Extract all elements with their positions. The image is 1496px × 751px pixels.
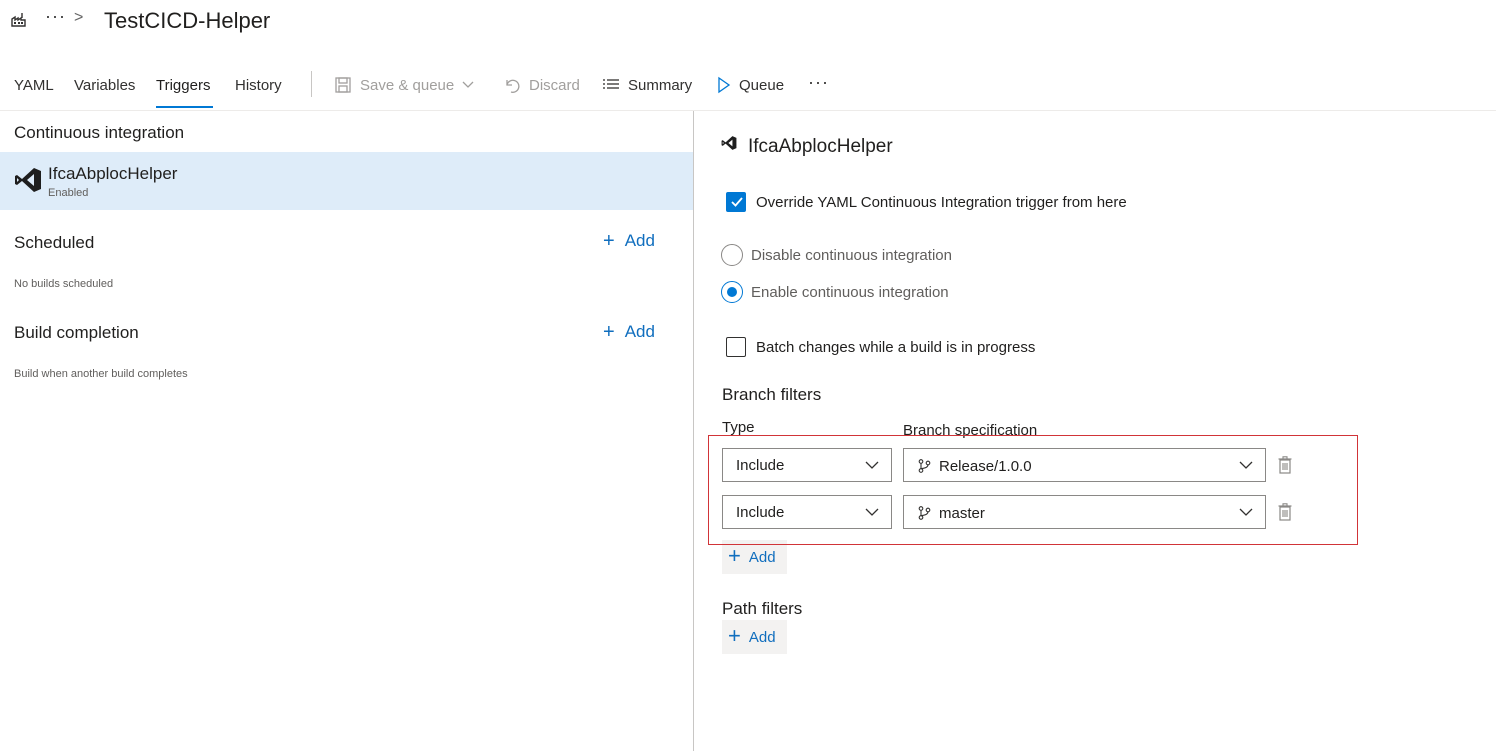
type-column-header: Type xyxy=(722,419,755,436)
disable-ci-radio[interactable] xyxy=(721,244,743,266)
enable-ci-radio[interactable] xyxy=(721,281,743,303)
enable-ci-label: Enable continuous integration xyxy=(751,284,949,301)
discard-label: Discard xyxy=(529,76,580,94)
tab-variables[interactable]: Variables xyxy=(74,77,135,94)
disable-ci-label: Disable continuous integration xyxy=(751,247,952,264)
summary-label: Summary xyxy=(628,76,693,94)
build-completion-section-title: Build completion xyxy=(14,323,139,342)
add-branch-filter-label: Add xyxy=(748,548,776,566)
add-branch-filter-button[interactable]: + Add xyxy=(722,540,787,574)
discard-button[interactable]: Discard xyxy=(503,76,580,94)
ci-trigger-name: IfcaAbplocHelper xyxy=(48,164,178,183)
add-path-filter-button[interactable]: + Add xyxy=(722,620,787,654)
scheduled-empty-text: No builds scheduled xyxy=(14,278,114,290)
add-build-completion-label: Add xyxy=(624,322,655,341)
more-actions-button[interactable]: ··· xyxy=(808,72,829,93)
override-yaml-label: Override YAML Continuous Integration tri… xyxy=(756,194,1127,211)
save-queue-button[interactable]: Save & queue xyxy=(334,76,474,94)
list-icon xyxy=(603,79,619,89)
ci-trigger-status: Enabled xyxy=(48,187,89,199)
plus-icon: + xyxy=(728,543,741,568)
breadcrumb-separator: > xyxy=(74,9,84,26)
queue-button[interactable]: Queue xyxy=(717,76,784,94)
tab-yaml[interactable]: YAML xyxy=(14,77,54,94)
active-tab-indicator xyxy=(156,106,213,108)
toolbar: YAML Variables Triggers History Save & q… xyxy=(0,64,1496,110)
save-icon xyxy=(335,77,351,93)
path-filters-title: Path filters xyxy=(722,599,803,618)
branch-filters-title: Branch filters xyxy=(722,385,822,404)
highlight-annotation-box xyxy=(708,435,1358,545)
page-title: TestCICD-Helper xyxy=(104,8,271,33)
details-title: IfcaAbplocHelper xyxy=(748,136,893,157)
visual-studio-icon xyxy=(15,168,41,192)
triggers-list-panel: Continuous integration IfcaAbplocHelper … xyxy=(0,111,693,751)
save-queue-label: Save & queue xyxy=(360,76,455,94)
add-scheduled-label: Add xyxy=(624,231,655,250)
trigger-details-panel: IfcaAbplocHelper Override YAML Continuou… xyxy=(694,111,1496,751)
batch-changes-label: Batch changes while a build is in progre… xyxy=(756,339,1036,356)
plus-icon: + xyxy=(728,623,741,648)
plus-icon: + xyxy=(603,230,615,252)
add-path-filter-label: Add xyxy=(748,628,776,646)
breadcrumb-more-button[interactable]: ··· xyxy=(45,6,66,27)
add-scheduled-button[interactable]: + Add xyxy=(603,231,655,251)
undo-icon xyxy=(506,79,520,93)
chevron-down-icon xyxy=(462,81,474,88)
batch-changes-checkbox[interactable] xyxy=(726,337,746,357)
radio-selected-dot xyxy=(727,287,737,297)
override-yaml-checkbox[interactable] xyxy=(726,192,746,212)
checkmark-icon xyxy=(731,197,743,207)
tab-triggers[interactable]: Triggers xyxy=(156,77,210,94)
ci-section-title: Continuous integration xyxy=(14,123,185,142)
tab-history[interactable]: History xyxy=(235,77,282,94)
pipeline-icon[interactable] xyxy=(10,11,27,28)
toolbar-divider xyxy=(311,71,312,97)
build-completion-empty-text: Build when another build completes xyxy=(14,368,188,380)
summary-button[interactable]: Summary xyxy=(602,76,692,94)
queue-label: Queue xyxy=(739,76,785,94)
page-header: ··· > TestCICD-Helper xyxy=(0,0,1496,44)
ci-trigger-item[interactable]: IfcaAbplocHelper Enabled xyxy=(0,152,693,210)
play-icon xyxy=(718,76,731,94)
plus-icon: + xyxy=(603,321,615,343)
scheduled-section-title: Scheduled xyxy=(14,233,95,252)
visual-studio-icon xyxy=(721,136,737,150)
add-build-completion-button[interactable]: + Add xyxy=(603,322,655,342)
